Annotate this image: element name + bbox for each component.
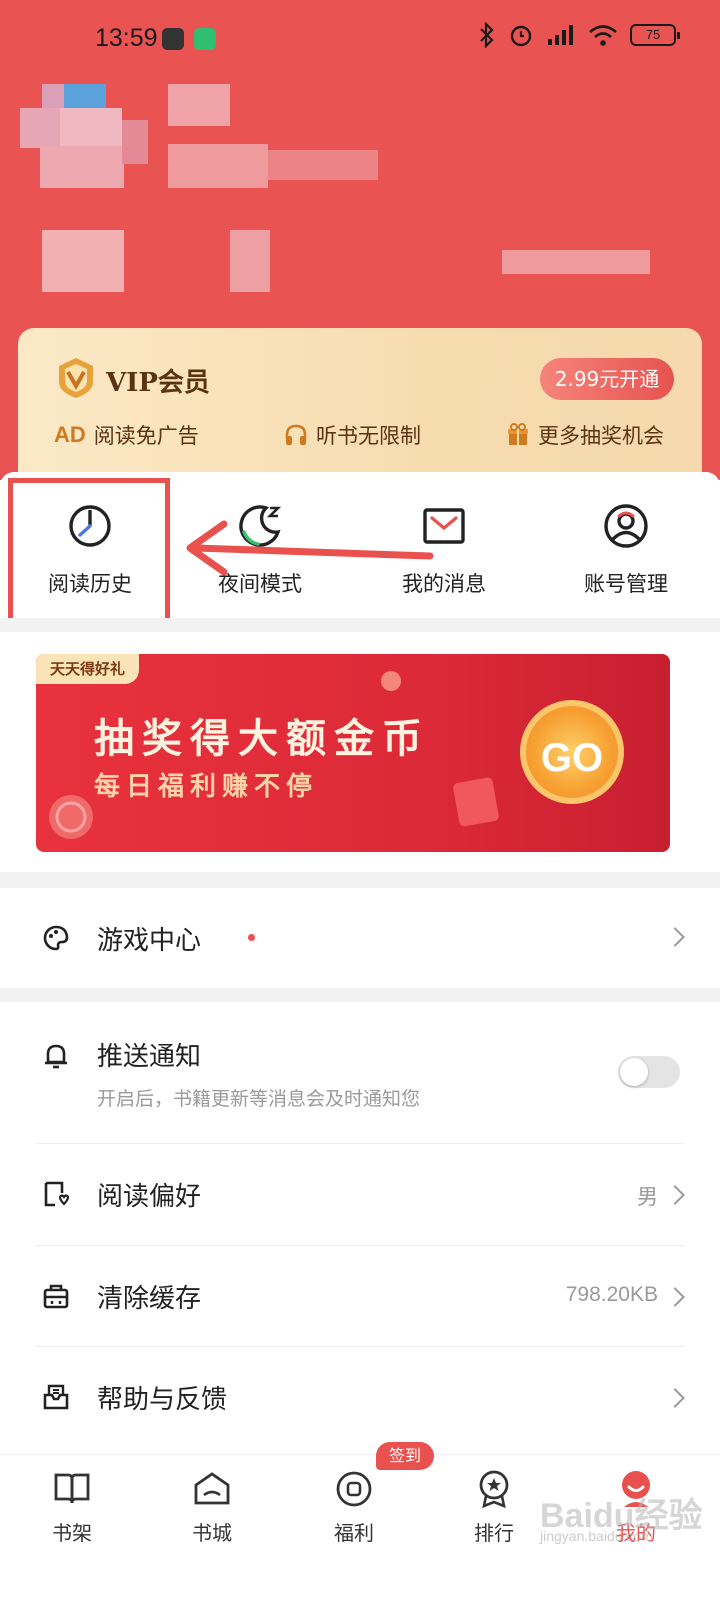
wifi-icon	[589, 25, 617, 46]
vip-card[interactable]: VIP会员 2.99元开通 AD 阅读免广告 听书无限制 更多抽奖机会	[18, 328, 702, 488]
menu-clear-cache[interactable]: 清除缓存 798.20KB	[0, 1246, 720, 1346]
tab-label: 书城	[192, 1521, 232, 1545]
reading-preference-value: 男	[637, 1186, 658, 1209]
status-bar: 13:59 75	[0, 0, 720, 80]
quick-action-label: 账号管理	[584, 572, 668, 596]
bluetooth-icon	[480, 22, 494, 48]
checkin-badge: 签到	[376, 1442, 434, 1470]
signal-icon	[548, 25, 573, 45]
menu-game-center[interactable]: 游戏中心	[0, 888, 720, 988]
vip-title: VIP会员	[106, 368, 210, 398]
tab-bookshelf[interactable]: 书架	[0, 1455, 144, 1600]
lottery-banner[interactable]: 天天得好礼 抽奖得大额金币 每日福利赚不停 GO	[36, 654, 670, 852]
vip-badge-icon	[59, 358, 93, 398]
toggle-knob	[620, 1058, 648, 1086]
banner-tag: 天天得好礼	[36, 654, 140, 684]
push-notification-toggle[interactable]	[618, 1056, 680, 1088]
bookshelf-icon	[54, 1473, 90, 1504]
cache-size-value: 798.20KB	[565, 1283, 658, 1306]
menu-title: 推送通知	[97, 1042, 202, 1072]
vip-feature-ad: AD 阅读免广告	[54, 420, 199, 450]
vip-feature-audio: 听书无限制	[284, 420, 421, 450]
menu-title: 阅读偏好	[97, 1182, 202, 1212]
banner-subtitle: 每日福利赚不停	[94, 772, 319, 802]
menu-title: 游戏中心	[97, 926, 202, 956]
new-indicator-dot	[248, 934, 255, 941]
vip-feature-label: 更多抽奖机会	[538, 424, 664, 448]
app-notification-icon	[162, 28, 184, 50]
section-gap	[0, 618, 720, 632]
alarm-icon	[510, 25, 532, 47]
coin-icon	[49, 795, 93, 839]
cache-box-icon	[43, 1284, 69, 1309]
account-user-icon	[604, 504, 648, 548]
coin-icon	[381, 671, 401, 691]
section-gap	[0, 988, 720, 1002]
welfare-icon	[336, 1471, 372, 1507]
menu-push-notification: 推送通知 开启后，书籍更新等消息会及时通知您	[0, 1002, 720, 1144]
headphones-icon	[285, 424, 307, 445]
tab-label: 书架	[52, 1521, 92, 1545]
banner-go-button[interactable]: GO	[520, 700, 624, 804]
menu-reading-preference[interactable]: 阅读偏好 男	[0, 1144, 720, 1244]
help-tray-icon	[43, 1384, 69, 1410]
section-gap	[0, 872, 720, 888]
bell-icon	[45, 1044, 67, 1069]
battery-indicator: 75	[630, 24, 680, 46]
vip-feature-label: 听书无限制	[316, 424, 421, 448]
red-envelope-icon	[453, 777, 499, 827]
banner-title: 抽奖得大额金币	[94, 716, 430, 762]
chevron-right-icon	[665, 1287, 685, 1307]
status-time: 13:59	[95, 24, 158, 52]
menu-title: 帮助与反馈	[97, 1385, 228, 1415]
preference-book-icon	[44, 1181, 70, 1207]
shield-notification-icon	[194, 28, 216, 50]
menu-title: 清除缓存	[97, 1284, 202, 1314]
vip-activate-button[interactable]: 2.99元开通	[540, 358, 674, 400]
annotation-arrow-icon	[186, 520, 434, 576]
vip-feature-lottery: 更多抽奖机会	[506, 420, 664, 450]
tab-welfare[interactable]: 福利	[282, 1455, 426, 1600]
vip-feature-label: 阅读免广告	[93, 424, 199, 448]
watermark-url: jingyan.baidu.com	[540, 1528, 653, 1544]
ranking-medal-icon	[479, 1470, 509, 1509]
gift-icon	[508, 423, 528, 445]
chevron-right-icon	[665, 1185, 685, 1205]
menu-help-feedback[interactable]: 帮助与反馈	[0, 1347, 720, 1447]
chevron-right-icon	[665, 1388, 685, 1408]
bookstore-icon	[194, 1472, 230, 1505]
chevron-right-icon	[665, 927, 685, 947]
menu-subtitle: 开启后，书籍更新等消息会及时通知您	[97, 1088, 421, 1110]
quick-action-account[interactable]: 账号管理	[536, 472, 716, 618]
tab-bookstore[interactable]: 书城	[140, 1455, 284, 1600]
game-palette-icon	[43, 925, 69, 951]
annotation-highlight-box	[8, 478, 170, 632]
status-icons: 75	[478, 22, 680, 48]
ad-icon: AD	[54, 422, 86, 447]
tab-label: 福利	[334, 1521, 374, 1545]
